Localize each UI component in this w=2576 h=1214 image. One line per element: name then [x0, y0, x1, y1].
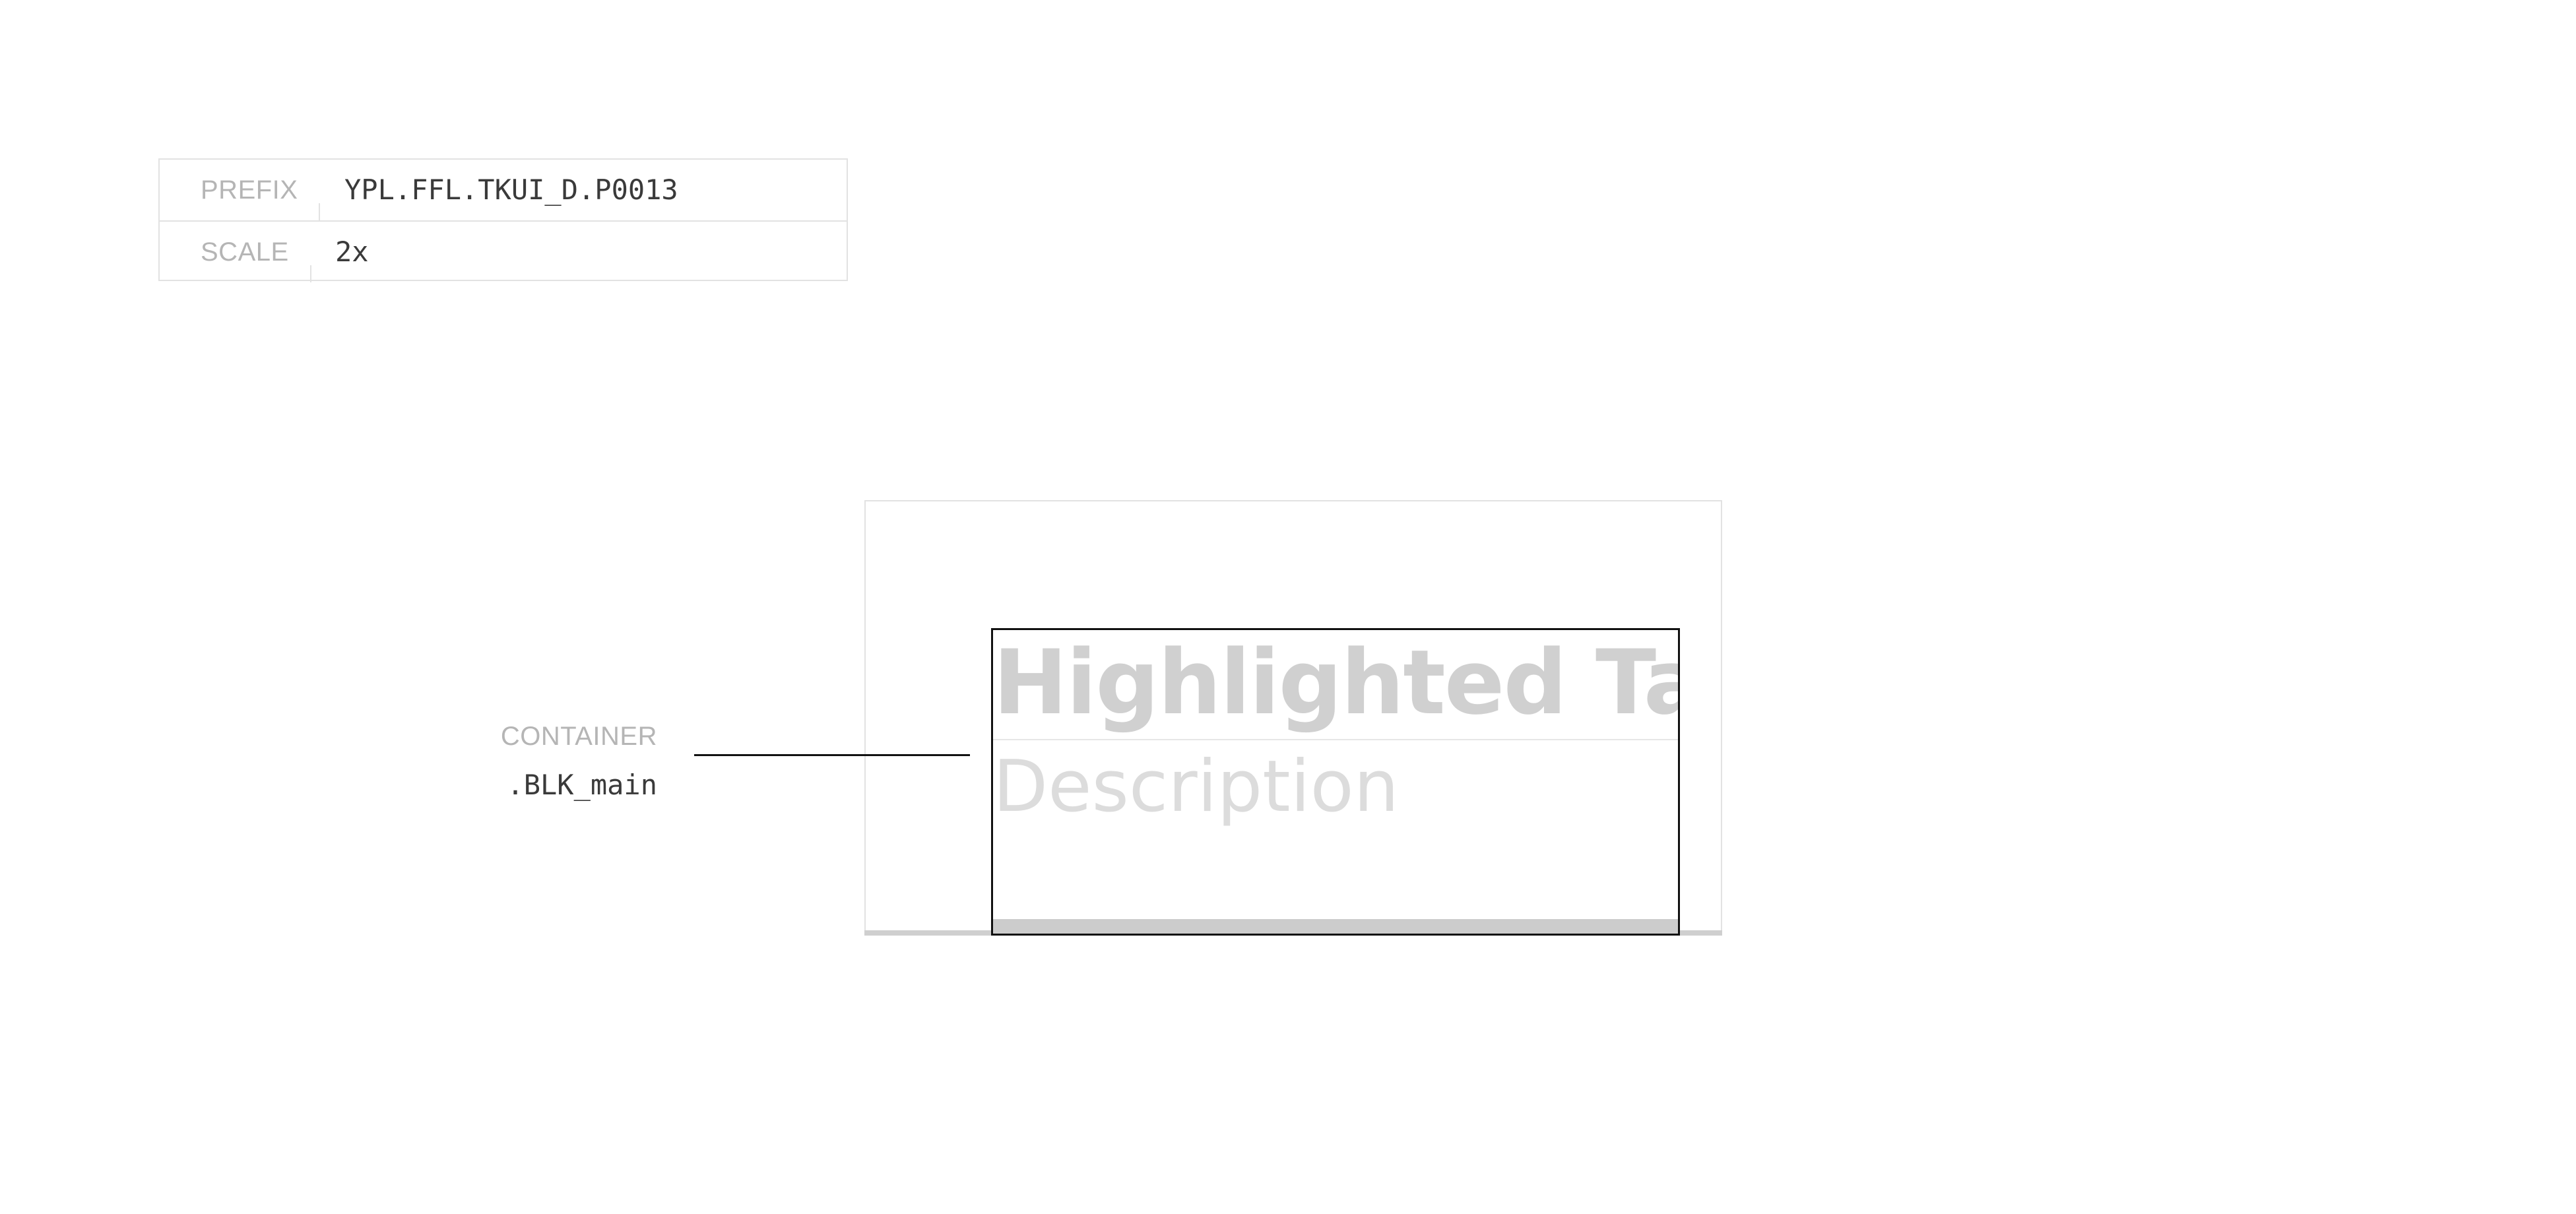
spec-row-prefix: PREFIX YPL.FFL.TKUI_D.P0013: [160, 160, 847, 220]
highlight-underline: [993, 919, 1678, 934]
prefix-label: PREFIX: [201, 176, 298, 205]
title-divider: [993, 739, 1678, 740]
spec-row-scale: SCALE 2x: [160, 220, 847, 282]
tab-description: Description: [993, 746, 1400, 828]
row-divider-tick: [310, 265, 311, 282]
annotation-leader-line: [694, 754, 970, 756]
spec-table: PREFIX YPL.FFL.TKUI_D.P0013 SCALE 2x: [158, 158, 848, 282]
scale-label: SCALE: [201, 238, 289, 267]
annotation-label: CONTAINER: [500, 722, 657, 751]
scale-value: 2x: [335, 236, 369, 268]
annotation-class-name: .BLK_main: [507, 769, 657, 801]
prefix-value: YPL.FFL.TKUI_D.P0013: [344, 174, 678, 206]
tab-title: Highlighted Tab: [993, 631, 1678, 734]
blk-main-container: Highlighted Tab Description: [991, 628, 1680, 936]
row-divider-tick: [319, 203, 320, 220]
